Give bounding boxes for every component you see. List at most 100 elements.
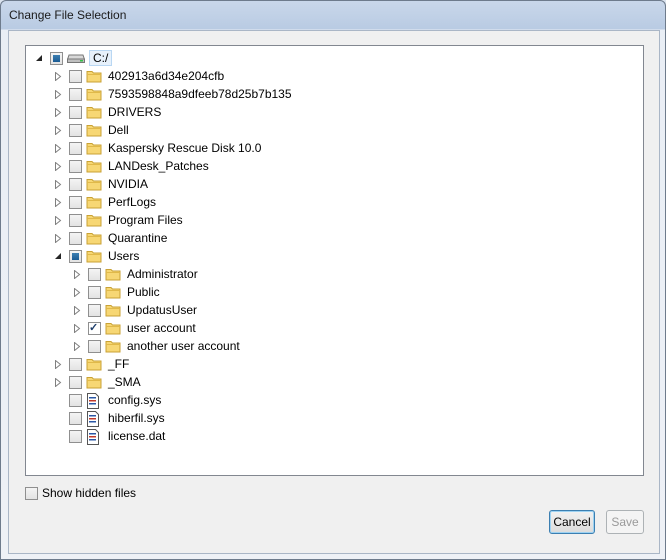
tree-row[interactable]: license.dat xyxy=(51,427,167,445)
tree-row[interactable]: ✓ user account xyxy=(70,319,198,337)
expand-arrow-icon[interactable] xyxy=(51,87,65,101)
item-checkbox[interactable] xyxy=(69,411,82,425)
folder-icon xyxy=(86,123,102,137)
folder-icon xyxy=(86,105,102,119)
tree-row[interactable]: Quarantine xyxy=(51,229,169,247)
item-checkbox[interactable] xyxy=(50,51,63,65)
tree-row[interactable]: Dell xyxy=(51,121,131,139)
tree-item-label: Dell xyxy=(108,123,129,137)
tree-item-label: Program Files xyxy=(108,213,183,227)
folder-icon xyxy=(86,213,102,227)
file-icon xyxy=(86,429,102,445)
folder-icon xyxy=(86,69,102,83)
tree-row[interactable]: PerfLogs xyxy=(51,193,158,211)
item-checkbox[interactable] xyxy=(69,141,82,155)
expand-arrow-icon[interactable] xyxy=(70,303,84,317)
tree-row[interactable]: hiberfil.sys xyxy=(51,409,167,427)
cancel-button[interactable]: Cancel xyxy=(549,510,595,534)
item-checkbox[interactable] xyxy=(88,339,101,353)
expand-arrow-icon[interactable] xyxy=(70,321,84,335)
item-checkbox[interactable] xyxy=(88,303,101,317)
folder-icon xyxy=(105,321,121,335)
folder-icon xyxy=(86,231,102,245)
item-checkbox[interactable] xyxy=(69,159,82,173)
tree-row[interactable]: DRIVERS xyxy=(51,103,163,121)
tree-row[interactable]: another user account xyxy=(70,337,242,355)
tree-item-label: Users xyxy=(108,249,140,263)
expand-arrow-icon[interactable] xyxy=(51,177,65,191)
show-hidden-option[interactable]: Show hidden files xyxy=(25,486,136,500)
tree-row[interactable]: Administrator xyxy=(70,265,200,283)
expand-arrow-icon[interactable] xyxy=(70,285,84,299)
tree-row[interactable]: LANDesk_Patches xyxy=(51,157,211,175)
tree-row[interactable]: UpdatusUser xyxy=(70,301,199,319)
expand-arrow-icon[interactable] xyxy=(51,195,65,209)
folder-icon xyxy=(86,357,102,371)
tree-item-label: 7593598848a9dfeeb78d25b7b135 xyxy=(108,87,292,101)
tree-item-label: Kaspersky Rescue Disk 10.0 xyxy=(108,141,262,155)
expand-arrow-icon[interactable] xyxy=(51,123,65,137)
item-checkbox[interactable] xyxy=(69,393,82,407)
file-tree[interactable]: C:/ 402913a6d34e204cfb 7593598848a9dfeeb78… xyxy=(25,45,644,476)
item-checkbox[interactable] xyxy=(69,231,82,245)
item-checkbox[interactable] xyxy=(69,375,82,389)
item-checkbox[interactable] xyxy=(69,105,82,119)
folder-icon xyxy=(105,339,121,353)
expand-arrow-icon[interactable] xyxy=(51,213,65,227)
collapse-arrow-icon[interactable] xyxy=(51,249,65,263)
tree-row[interactable]: Users xyxy=(51,247,141,265)
tree-item-label: 402913a6d34e204cfb xyxy=(108,69,225,83)
expand-arrow-icon[interactable] xyxy=(70,339,84,353)
tree-item-label: PerfLogs xyxy=(108,195,157,209)
collapse-arrow-icon[interactable] xyxy=(32,51,46,65)
tree-row[interactable]: Program Files xyxy=(51,211,185,229)
expand-arrow-icon[interactable] xyxy=(51,159,65,173)
expand-arrow-icon[interactable] xyxy=(70,267,84,281)
tree-item-label: config.sys xyxy=(108,393,162,407)
tree-item-label: NVIDIA xyxy=(108,177,149,191)
folder-icon xyxy=(86,249,102,263)
tree-item-label: Administrator xyxy=(127,267,198,281)
item-checkbox[interactable] xyxy=(69,87,82,101)
item-checkbox[interactable] xyxy=(69,195,82,209)
folder-icon xyxy=(86,177,102,191)
item-checkbox[interactable] xyxy=(69,177,82,191)
tree-row[interactable]: config.sys xyxy=(51,391,163,409)
tree-row[interactable]: Public xyxy=(70,283,162,301)
item-checkbox[interactable] xyxy=(69,249,82,263)
item-checkbox[interactable] xyxy=(69,213,82,227)
item-checkbox[interactable] xyxy=(69,429,82,443)
item-checkbox[interactable] xyxy=(69,123,82,137)
expand-arrow-icon[interactable] xyxy=(51,231,65,245)
item-checkbox[interactable] xyxy=(88,267,101,281)
tree-row[interactable]: NVIDIA xyxy=(51,175,150,193)
expand-arrow-icon[interactable] xyxy=(51,105,65,119)
tree-root-row[interactable]: C:/ xyxy=(32,49,113,67)
expand-arrow-icon[interactable] xyxy=(51,141,65,155)
file-icon xyxy=(86,393,102,409)
folder-icon xyxy=(105,285,121,299)
drive-label: C:/ xyxy=(89,50,113,66)
folder-icon xyxy=(86,159,102,173)
item-checkbox[interactable] xyxy=(69,357,82,371)
show-hidden-checkbox[interactable] xyxy=(25,486,38,500)
tree-row[interactable]: Kaspersky Rescue Disk 10.0 xyxy=(51,139,263,157)
tree-row[interactable]: _SMA xyxy=(51,373,143,391)
item-checkbox[interactable] xyxy=(69,69,82,83)
tree-row[interactable]: 7593598848a9dfeeb78d25b7b135 xyxy=(51,85,294,103)
tree-row[interactable]: _FF xyxy=(51,355,131,373)
tree-item-label: _SMA xyxy=(108,375,141,389)
item-checkbox[interactable] xyxy=(88,285,101,299)
item-checkbox[interactable]: ✓ xyxy=(88,321,101,335)
expand-arrow-icon[interactable] xyxy=(51,375,65,389)
title-bar[interactable]: Change File Selection xyxy=(1,1,665,30)
expand-arrow-icon[interactable] xyxy=(51,357,65,371)
tree-row[interactable]: 402913a6d34e204cfb xyxy=(51,67,226,85)
tree-item-label: hiberfil.sys xyxy=(108,411,165,425)
expand-arrow-icon[interactable] xyxy=(51,69,65,83)
drive-icon xyxy=(66,51,86,65)
tree-item-label: _FF xyxy=(108,357,130,371)
save-button[interactable]: Save xyxy=(606,510,644,534)
